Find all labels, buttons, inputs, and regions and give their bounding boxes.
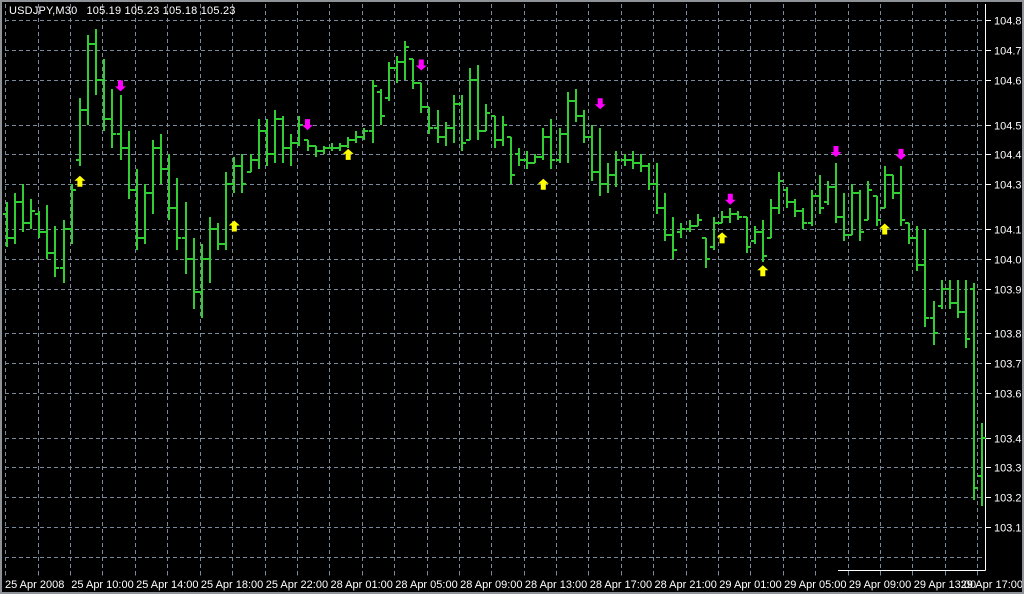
time-tick-label: 28 Apr 13:00 (525, 579, 587, 591)
chart-title-ohlc: 105.19 105.23 105.18 105.23 (86, 5, 235, 17)
time-tick-label: 28 Apr 05:00 (395, 579, 457, 591)
time-tick-label: 25 Apr 22:00 (266, 579, 328, 591)
time-tick-label: 28 Apr 21:00 (655, 579, 717, 591)
time-tick-label: 28 Apr 17:00 (590, 579, 652, 591)
time-tick-label: 25 Apr 14:00 (136, 579, 198, 591)
time-tick-label: 28 Apr 01:00 (331, 579, 393, 591)
chart-canvas[interactable]: 104.85 104.75 104.65 104.50 104.40 104.30 104.… (2, 2, 1024, 594)
price-tick-label: 104.05 (994, 255, 1024, 267)
chart-title-symbol: USDJPY,M30 (9, 5, 77, 17)
chart-background (2, 2, 1024, 594)
price-tick-label: 104.40 (994, 150, 1024, 162)
price-tick-label: 103.60 (994, 389, 1024, 401)
price-tick-label: 103.45 (994, 434, 1024, 446)
price-tick-label: 104.65 (994, 76, 1024, 88)
time-tick-label: 25 Apr 10:00 (71, 579, 133, 591)
price-tick-label: 103.95 (994, 285, 1024, 297)
time-tick-label: 29 Apr 09:00 (849, 579, 911, 591)
time-tick-label: 29 Apr 17:00 (961, 579, 1023, 591)
price-tick-label: 103.25 (994, 493, 1024, 505)
mt4-chart-window: 104.85 104.75 104.65 104.50 104.40 104.30 104.… (0, 0, 1024, 594)
price-tick-label: 104.15 (994, 225, 1024, 237)
chart-title: USDJPY,M30 105.19 105.23 105.18 105.23 (9, 5, 236, 17)
time-tick-label: 28 Apr 09:00 (460, 579, 522, 591)
time-tick-label: 25 Apr 18:00 (201, 579, 263, 591)
price-tick-label: 104.30 (994, 180, 1024, 192)
price-tick-label: 104.50 (994, 121, 1024, 133)
price-tick-label: 104.75 (994, 46, 1024, 58)
price-tick-label: 103.80 (994, 329, 1024, 341)
price-tick-label: 103.15 (994, 523, 1024, 535)
price-tick-label: 103.70 (994, 359, 1024, 371)
time-tick-label: 25 Apr 2008 (5, 579, 64, 591)
price-tick-label: 104.85 (994, 16, 1024, 28)
price-tick-label: 103.35 (994, 463, 1024, 475)
time-tick-label: 29 Apr 01:00 (719, 579, 781, 591)
time-tick-label: 29 Apr 05:00 (784, 579, 846, 591)
